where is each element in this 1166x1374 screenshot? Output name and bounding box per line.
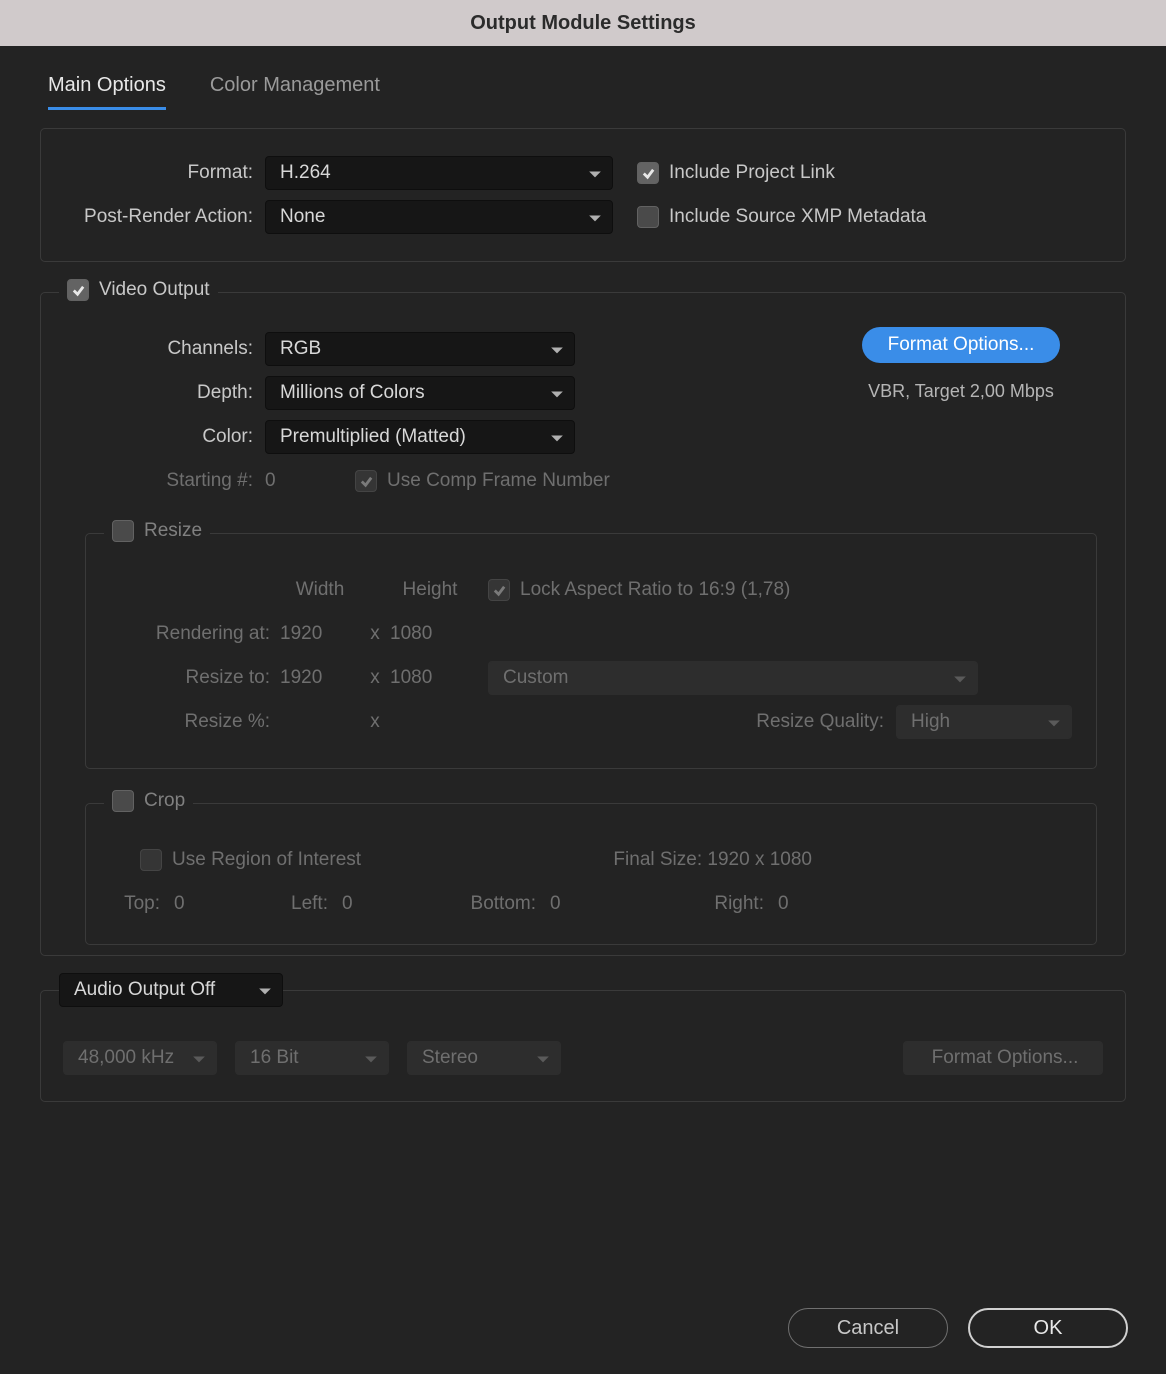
color-dropdown[interactable]: Premultiplied (Matted) [265, 420, 575, 454]
video-output-group: Video Output Format Options... VBR, Targ… [40, 292, 1126, 956]
x-separator: x [360, 667, 390, 689]
x-separator: x [360, 623, 390, 645]
video-output-legend: Video Output [99, 279, 210, 301]
resize-preset-dropdown: Custom [488, 661, 978, 695]
resize-to-width: 1920 [280, 667, 360, 689]
color-value: Premultiplied (Matted) [280, 426, 466, 448]
cancel-button[interactable]: Cancel [788, 1308, 948, 1348]
resize-pct-label: Resize %: [110, 711, 280, 733]
resize-legend: Resize [144, 520, 202, 542]
lock-aspect-label: Lock Aspect Ratio to 16:9 (1,78) [520, 579, 790, 601]
include-xmp-checkbox[interactable] [637, 206, 659, 228]
depth-value: Millions of Colors [280, 382, 425, 404]
include-project-link-checkbox[interactable] [637, 162, 659, 184]
resize-quality-label: Resize Quality: [756, 711, 884, 733]
tab-color-management[interactable]: Color Management [210, 74, 380, 110]
audio-depth-dropdown: 16 Bit [235, 1041, 389, 1075]
chevron-down-icon [588, 166, 602, 180]
crop-bottom-value: 0 [550, 893, 610, 915]
tab-bar: Main Options Color Management [0, 46, 1166, 110]
crop-top-label: Top: [110, 893, 160, 915]
crop-right-value: 0 [778, 893, 838, 915]
use-comp-frame-label: Use Comp Frame Number [387, 470, 610, 492]
resize-to-label: Resize to: [110, 667, 280, 689]
depth-dropdown[interactable]: Millions of Colors [265, 376, 575, 410]
resize-preset-value: Custom [503, 667, 568, 689]
tab-main-options[interactable]: Main Options [48, 74, 166, 110]
starting-number-label: Starting #: [65, 470, 265, 492]
use-comp-frame-checkbox [355, 470, 377, 492]
final-size-label: Final Size: 1920 x 1080 [613, 849, 812, 871]
chevron-down-icon [1047, 715, 1061, 729]
audio-output-group: Audio Output Off 48,000 kHz 16 Bit Stere… [40, 990, 1126, 1102]
resize-quality-value: High [911, 711, 950, 733]
post-render-label: Post-Render Action: [65, 206, 265, 228]
rendering-height: 1080 [390, 623, 470, 645]
ok-button[interactable]: OK [968, 1308, 1128, 1348]
color-label: Color: [65, 426, 265, 448]
dialog-title: Output Module Settings [470, 12, 696, 35]
resize-checkbox[interactable] [112, 520, 134, 542]
chevron-down-icon [550, 342, 564, 356]
format-panel: Format: H.264 Include Project Link Post-… [40, 128, 1126, 262]
chevron-down-icon [588, 210, 602, 224]
chevron-down-icon [550, 386, 564, 400]
video-format-options-button[interactable]: Format Options... [862, 327, 1061, 363]
titlebar: Output Module Settings [0, 0, 1166, 46]
rendering-at-label: Rendering at: [110, 623, 280, 645]
post-render-dropdown[interactable]: None [265, 200, 613, 234]
chevron-down-icon [258, 983, 272, 997]
codec-info-text: VBR, Target 2,00 Mbps [868, 381, 1054, 402]
resize-height-header: Height [390, 579, 470, 601]
lock-aspect-checkbox [488, 579, 510, 601]
audio-depth-value: 16 Bit [250, 1047, 299, 1069]
resize-width-header: Width [280, 579, 360, 601]
chevron-down-icon [364, 1051, 378, 1065]
channels-dropdown[interactable]: RGB [265, 332, 575, 366]
chevron-down-icon [550, 430, 564, 444]
resize-quality-dropdown: High [896, 705, 1072, 739]
crop-top-value: 0 [174, 893, 234, 915]
audio-channels-value: Stereo [422, 1047, 478, 1069]
post-render-value: None [280, 206, 325, 228]
chevron-down-icon [953, 671, 967, 685]
use-roi-checkbox [140, 849, 162, 871]
crop-left-label: Left: [248, 893, 328, 915]
channels-label: Channels: [65, 338, 265, 360]
chevron-down-icon [536, 1051, 550, 1065]
video-output-checkbox[interactable] [67, 279, 89, 301]
starting-number-value: 0 [265, 470, 355, 492]
dialog-button-bar: Cancel OK [788, 1308, 1128, 1348]
audio-format-options-button: Format Options... [903, 1041, 1103, 1075]
use-roi-label: Use Region of Interest [172, 849, 361, 871]
depth-label: Depth: [65, 382, 265, 404]
rendering-width: 1920 [280, 623, 360, 645]
format-label: Format: [65, 162, 265, 184]
audio-output-mode-dropdown[interactable]: Audio Output Off [59, 973, 283, 1007]
crop-checkbox[interactable] [112, 790, 134, 812]
dialog-body: Main Options Color Management Format: H.… [0, 46, 1166, 1374]
format-value: H.264 [280, 162, 331, 184]
channels-value: RGB [280, 338, 321, 360]
crop-left-value: 0 [342, 893, 402, 915]
crop-bottom-label: Bottom: [416, 893, 536, 915]
chevron-down-icon [192, 1051, 206, 1065]
audio-output-mode-value: Audio Output Off [74, 979, 215, 1001]
resize-group: Resize Width Height Lock Aspect Ratio to… [85, 533, 1097, 769]
x-separator: x [360, 711, 390, 733]
include-xmp-label: Include Source XMP Metadata [669, 206, 926, 228]
include-project-link-label: Include Project Link [669, 162, 835, 184]
audio-rate-dropdown: 48,000 kHz [63, 1041, 217, 1075]
audio-format-options-label: Format Options... [932, 1047, 1079, 1069]
audio-rate-value: 48,000 kHz [78, 1047, 174, 1069]
audio-channels-dropdown: Stereo [407, 1041, 561, 1075]
resize-to-height: 1080 [390, 667, 470, 689]
crop-group: Crop Use Region of Interest Final Size: … [85, 803, 1097, 945]
crop-right-label: Right: [624, 893, 764, 915]
crop-legend: Crop [144, 790, 185, 812]
format-dropdown[interactable]: H.264 [265, 156, 613, 190]
